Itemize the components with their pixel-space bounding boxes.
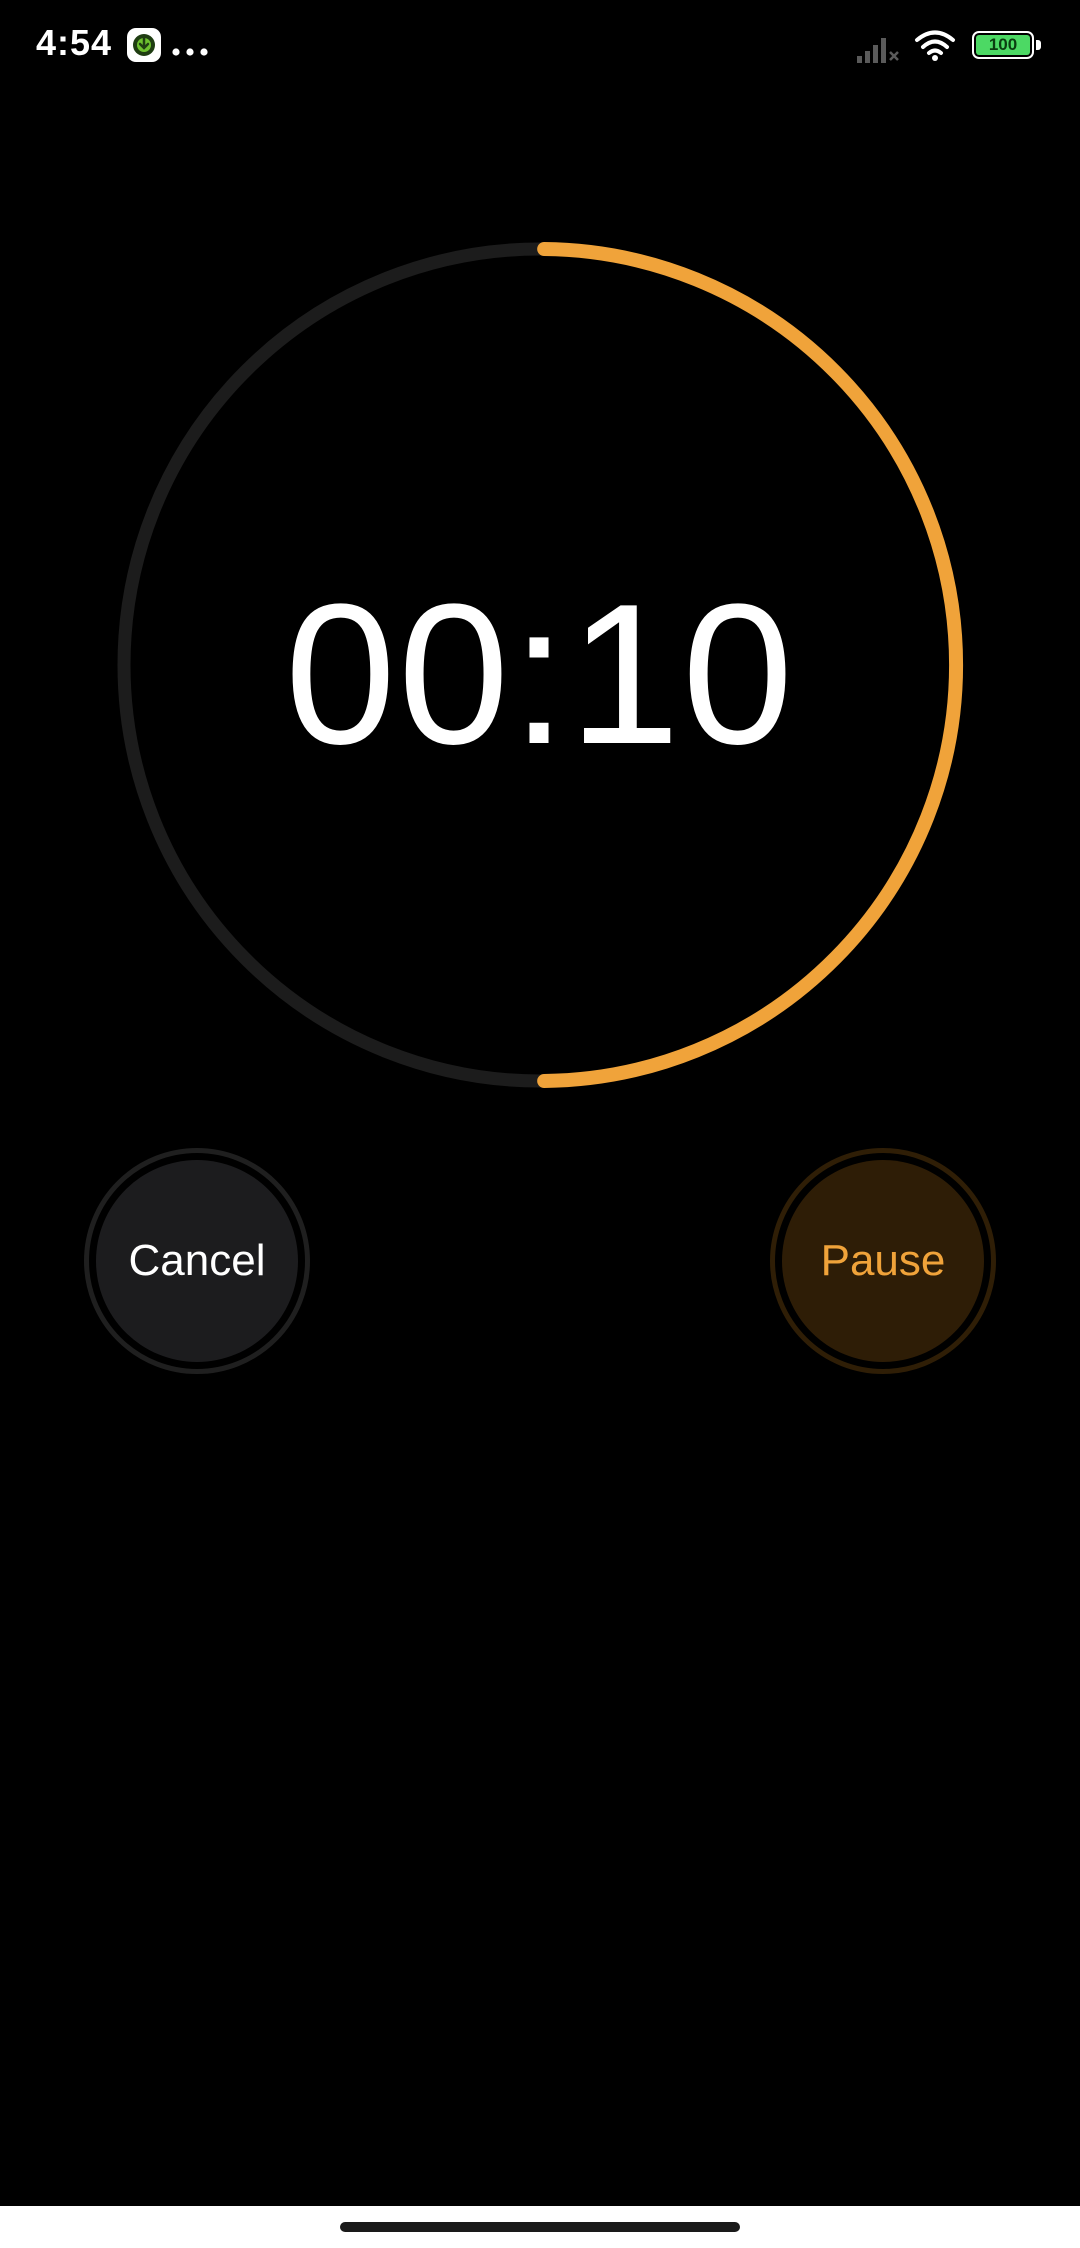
timer-screen: 4:54 100 00:10 Cancel Pause bbox=[0, 0, 1080, 2248]
cancel-button[interactable]: Cancel bbox=[84, 1148, 310, 1374]
timer-remaining-time: 00:10 bbox=[284, 563, 796, 786]
home-indicator[interactable] bbox=[340, 2222, 740, 2232]
pause-button[interactable]: Pause bbox=[770, 1148, 996, 1374]
navigation-bar bbox=[0, 2206, 1080, 2248]
pause-button-label: Pause bbox=[782, 1160, 984, 1362]
timer-progress-ring bbox=[117, 242, 963, 1088]
cancel-button-label: Cancel bbox=[96, 1160, 298, 1362]
